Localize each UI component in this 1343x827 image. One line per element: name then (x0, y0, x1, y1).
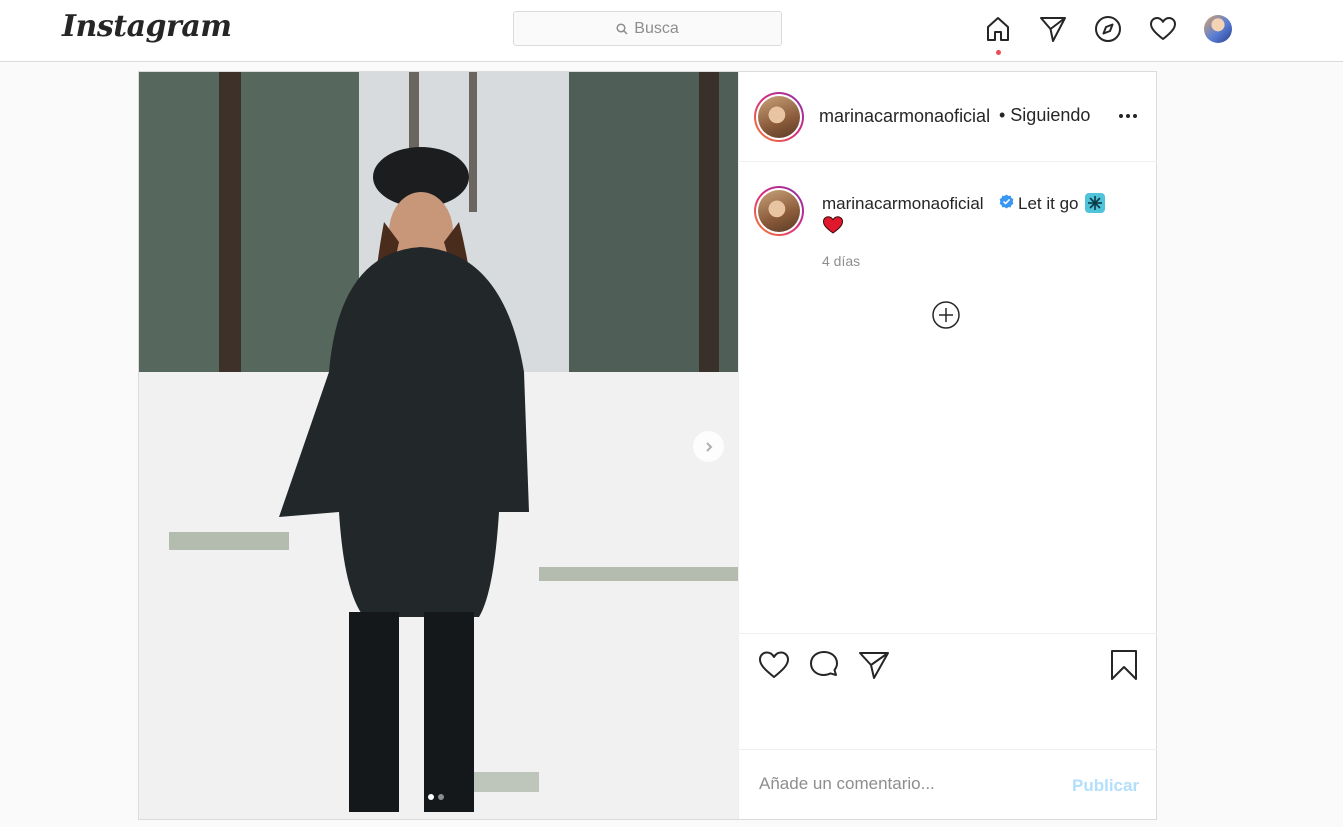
post-age[interactable]: 4 días (822, 253, 860, 269)
instagram-logo[interactable]: Instagram (62, 9, 232, 44)
more-options-button[interactable] (1116, 104, 1140, 128)
chevron-right-icon (705, 441, 712, 452)
caption-text: Let it go (1018, 194, 1079, 213)
direct-icon[interactable] (1038, 14, 1068, 44)
carousel-dot-1 (428, 794, 434, 800)
like-heart-icon[interactable] (758, 649, 790, 681)
top-nav: Instagram Busca (0, 0, 1343, 62)
active-indicator (996, 50, 1001, 55)
post-photo[interactable] (139, 72, 738, 819)
snow-scene-image (139, 72, 738, 819)
caption-username[interactable]: marinacarmonaoficial (822, 194, 984, 214)
author-username[interactable]: marinacarmonaoficial (819, 106, 990, 127)
post-actions-bar (739, 633, 1157, 750)
explore-icon[interactable] (1093, 14, 1123, 44)
comment-icon[interactable] (808, 649, 840, 681)
activity-icon[interactable] (1148, 14, 1178, 44)
search-icon (616, 22, 628, 35)
carousel-next-button[interactable] (693, 431, 724, 462)
load-more-comments-icon[interactable] (931, 300, 961, 330)
caption-avatar-ring[interactable] (754, 186, 804, 236)
profile-avatar[interactable] (1204, 15, 1232, 43)
verified-badge-icon (999, 194, 1014, 209)
carousel-indicator (428, 794, 444, 800)
snowflake-icon (1085, 193, 1105, 213)
post-modal: marinacarmonaoficial • Siguiendo marinac… (138, 71, 1157, 820)
author-avatar-ring[interactable] (754, 92, 804, 142)
search-placeholder: Busca (634, 19, 679, 37)
more-icon (1119, 114, 1137, 118)
author-avatar (758, 96, 800, 138)
post-side-panel: marinacarmonaoficial • Siguiendo marinac… (738, 72, 1157, 819)
publish-button[interactable]: Publicar (1072, 776, 1139, 796)
share-icon[interactable] (858, 649, 890, 681)
follow-status[interactable]: • Siguiendo (999, 105, 1090, 126)
red-heart-icon (823, 216, 843, 234)
comment-input[interactable] (759, 774, 1059, 794)
search-bar[interactable]: Busca (513, 11, 782, 46)
carousel-dot-2 (438, 794, 444, 800)
save-bookmark-icon[interactable] (1108, 649, 1140, 681)
home-icon[interactable] (983, 14, 1013, 44)
caption-avatar (758, 190, 800, 232)
post-header: marinacarmonaoficial • Siguiendo (739, 72, 1157, 162)
